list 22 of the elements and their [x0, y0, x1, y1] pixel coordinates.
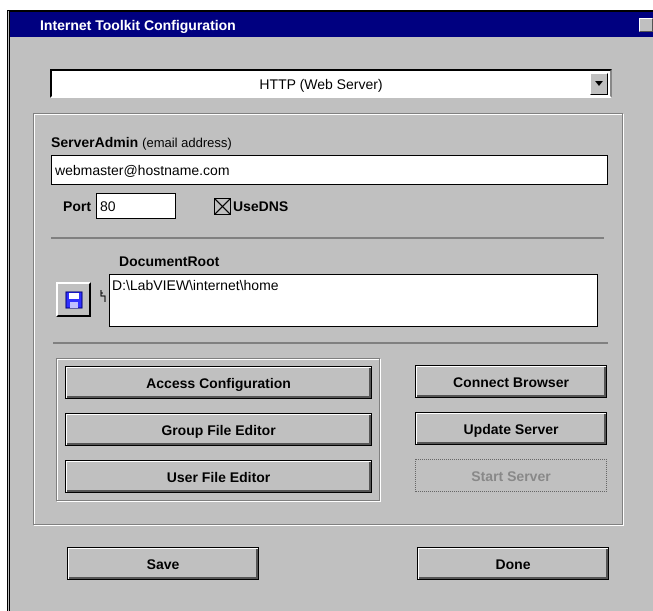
server-button[interactable]: Update Server — [415, 412, 607, 445]
port-field[interactable]: 80 — [96, 193, 176, 219]
window-title: Internet Toolkit Configuration — [40, 16, 236, 32]
server-admin-label: ServerAdmin — [51, 134, 138, 150]
port-label: Port — [63, 198, 91, 214]
protocol-dropdown[interactable]: HTTP (Web Server) — [50, 69, 612, 98]
use-dns-label: UseDNS — [233, 198, 288, 214]
server-button[interactable]: Connect Browser — [415, 365, 607, 398]
document-root-label: DocumentRoot — [119, 253, 220, 269]
server-admin-hint: (email address) — [142, 135, 232, 150]
use-dns-checkbox[interactable] — [214, 198, 231, 214]
editor-button[interactable]: Access Configuration — [65, 366, 372, 399]
link-icon — [100, 290, 106, 302]
dialog-button[interactable]: Done — [417, 547, 609, 580]
editor-button[interactable]: Group File Editor — [65, 413, 372, 446]
floppy-disk-button[interactable] — [56, 282, 91, 317]
document-root-field[interactable]: D:\LabVIEW\internet\home — [109, 274, 598, 327]
dropdown-value: HTTP (Web Server) — [258, 76, 384, 92]
dialog-button[interactable]: Save — [67, 547, 259, 580]
editor-button[interactable]: User File Editor — [65, 460, 372, 493]
email-field[interactable]: webmaster@hostname.com — [51, 155, 608, 185]
close-button[interactable] — [639, 18, 653, 32]
